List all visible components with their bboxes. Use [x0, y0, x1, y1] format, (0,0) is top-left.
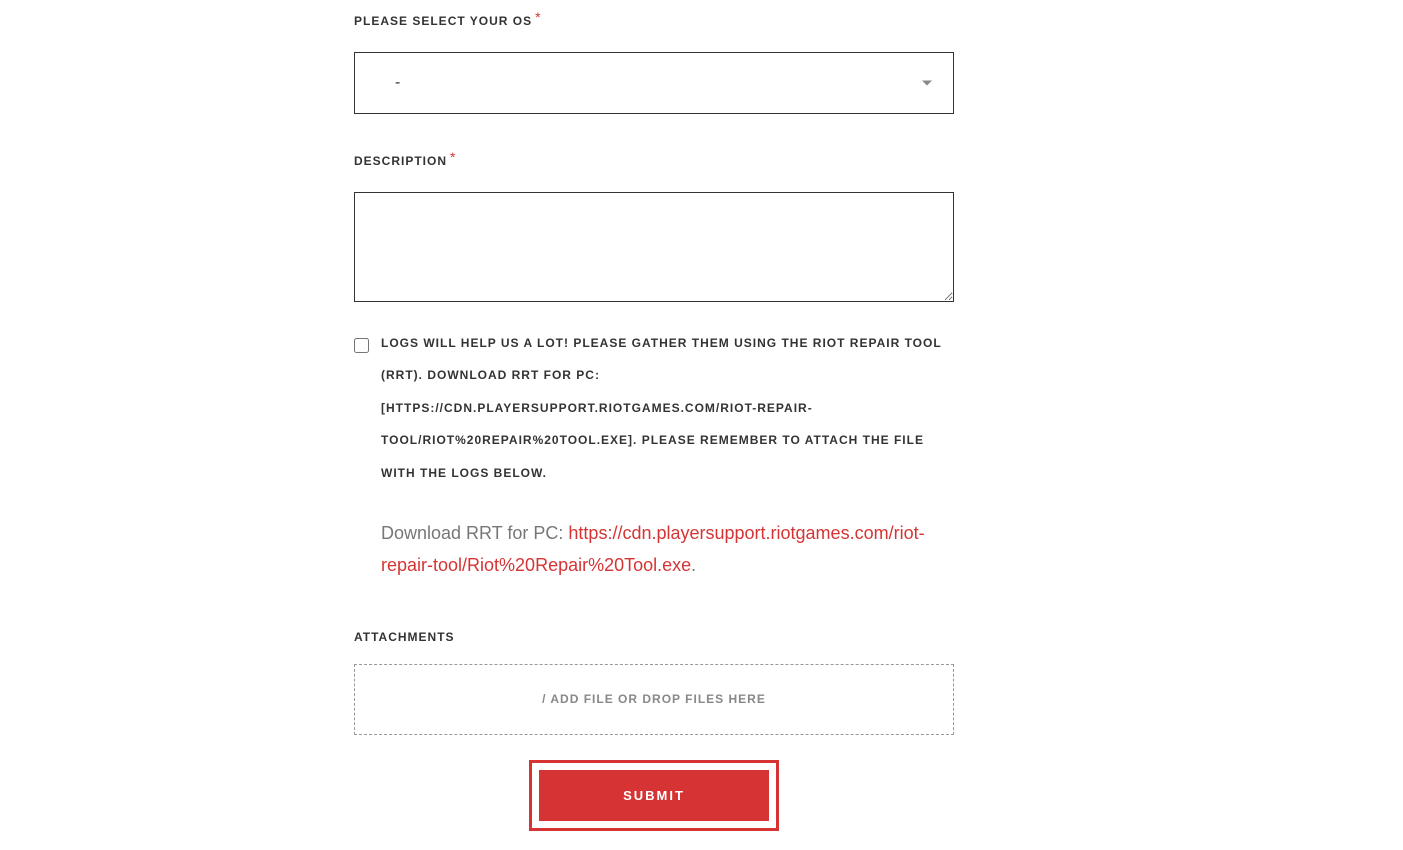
description-label: DESCRIPTION	[354, 154, 447, 168]
required-icon: *	[535, 9, 540, 25]
submit-button[interactable]: SUBMIT	[539, 770, 769, 821]
description-textarea[interactable]	[354, 192, 954, 302]
attachments-dropzone[interactable]: / ADD FILE OR DROP FILES HERE	[354, 664, 954, 735]
os-select-wrapper: -	[354, 52, 954, 114]
support-form: PLEASE SELECT YOUR OS* - DESCRIPTION* LO…	[354, 12, 954, 831]
os-select-value: -	[395, 74, 400, 92]
logs-checkbox-group: LOGS WILL HELP US A LOT! PLEASE GATHER T…	[354, 337, 954, 489]
os-select[interactable]: -	[354, 52, 954, 114]
os-select-group: PLEASE SELECT YOUR OS* -	[354, 12, 954, 114]
period: .	[691, 555, 696, 575]
download-help-prefix: Download RRT for PC:	[381, 523, 568, 543]
description-group: DESCRIPTION*	[354, 152, 954, 337]
logs-checkbox[interactable]	[354, 338, 369, 353]
chevron-down-icon	[922, 81, 932, 86]
submit-wrapper: SUBMIT	[354, 760, 954, 831]
os-select-label: PLEASE SELECT YOUR OS	[354, 14, 532, 28]
logs-checkbox-label: LOGS WILL HELP US A LOT! PLEASE GATHER T…	[381, 327, 954, 489]
required-icon: *	[450, 149, 455, 165]
submit-highlight-border: SUBMIT	[529, 760, 779, 831]
download-help-text: Download RRT for PC: https://cdn.players…	[381, 517, 954, 582]
attachments-label: ATTACHMENTS	[354, 630, 954, 644]
dropzone-text: / ADD FILE OR DROP FILES HERE	[542, 692, 766, 706]
